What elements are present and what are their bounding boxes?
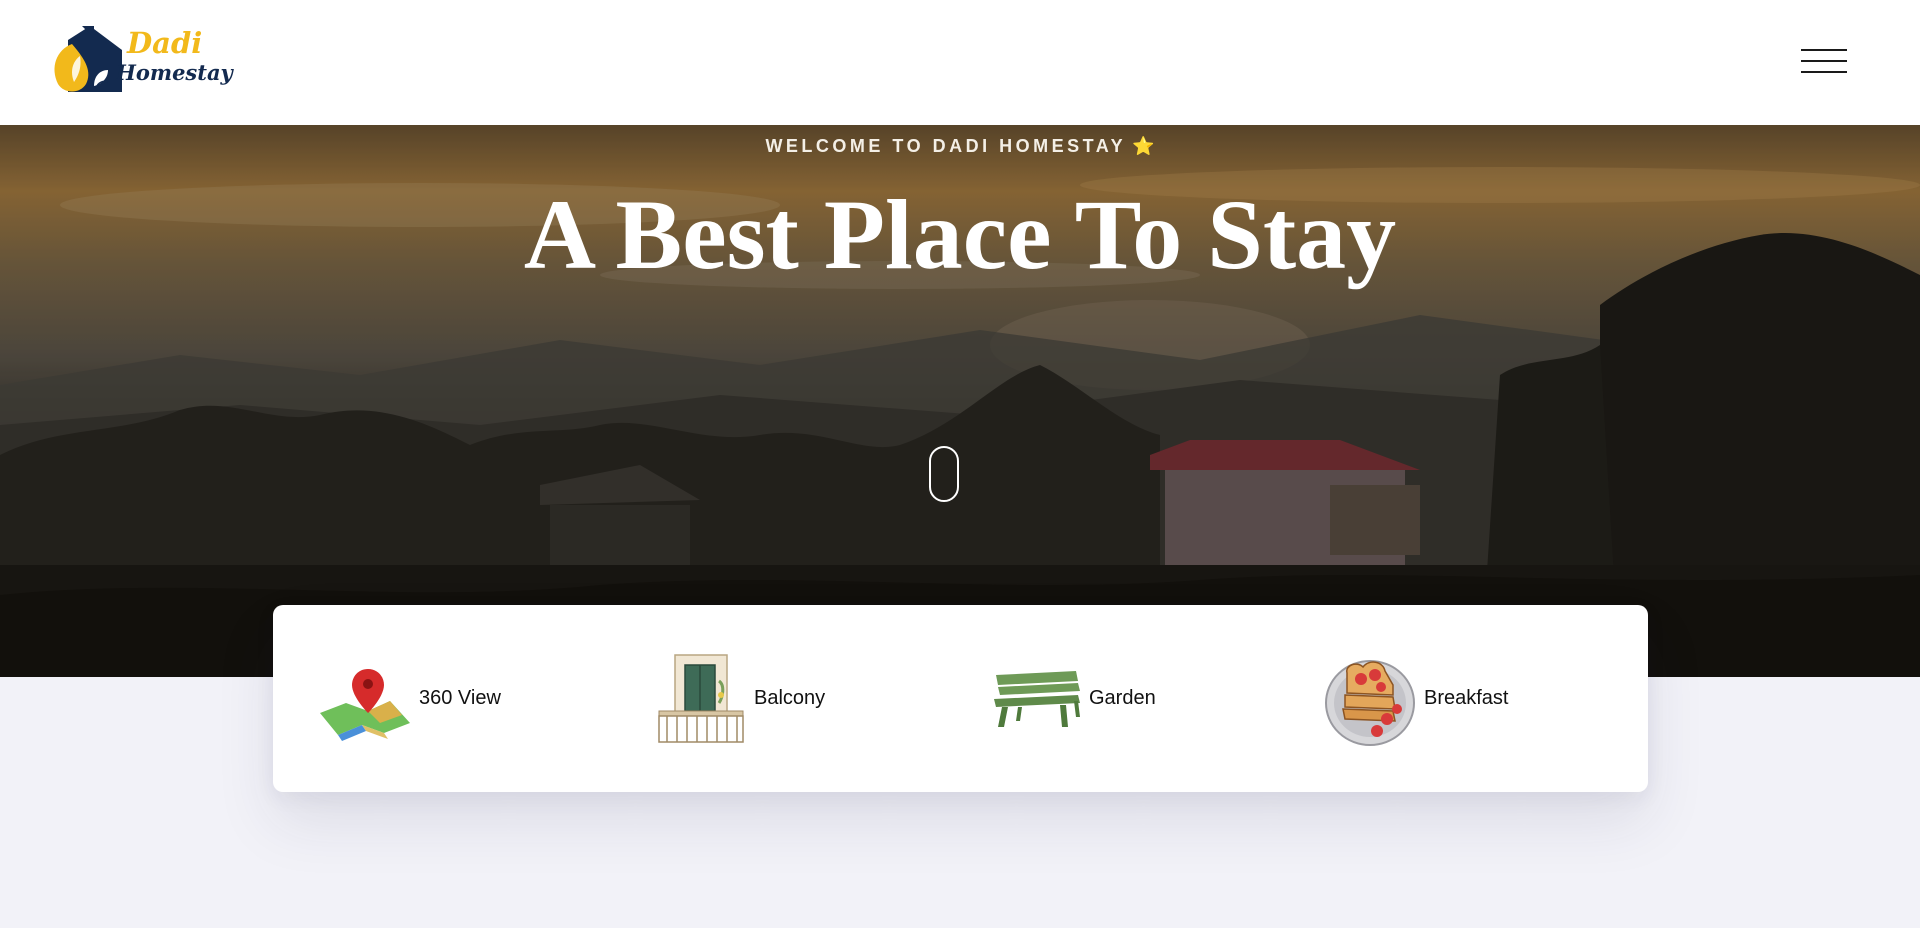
feature-balcony[interactable]: Balcony <box>653 651 825 746</box>
balcony-icon <box>658 654 744 743</box>
feature-label: Garden <box>1089 687 1156 709</box>
menu-line <box>1801 49 1847 51</box>
feature-label: 360 View <box>419 687 501 709</box>
feature-label: Balcony <box>754 687 826 709</box>
garden-bench-icon <box>994 671 1080 727</box>
feature-label: Breakfast <box>1424 687 1509 709</box>
hero-banner: WELCOME TO DADI HOMESTAY ⭐ A Best Place T… <box>0 125 1920 677</box>
map-pin-icon <box>320 669 410 741</box>
hero-headline: A Best Place To Stay <box>523 179 1397 290</box>
welcome-text: WELCOME TO DADI HOMESTAY <box>765 136 1127 156</box>
menu-line <box>1801 71 1847 73</box>
breakfast-toast-icon <box>1325 660 1415 746</box>
feature-garden[interactable]: Garden <box>988 651 1156 746</box>
feature-360-view[interactable]: 360 View <box>318 651 501 746</box>
star-icon: ⭐ <box>1132 136 1155 156</box>
brand-logo[interactable]: Dadi Homestay <box>50 26 233 96</box>
site-header: Dadi Homestay <box>0 0 1920 125</box>
scroll-mouse-icon[interactable] <box>929 446 959 502</box>
brand-name-line2: Homestay <box>116 60 233 85</box>
hamburger-menu-icon[interactable] <box>1796 44 1852 78</box>
feature-breakfast[interactable]: Breakfast <box>1323 651 1508 746</box>
welcome-tagline: WELCOME TO DADI HOMESTAY ⭐ <box>0 136 1920 157</box>
features-card: 360 View Balcony Garden Breakfast <box>273 605 1648 792</box>
brand-name-line1: Dadi <box>127 26 203 60</box>
menu-line <box>1801 60 1847 62</box>
